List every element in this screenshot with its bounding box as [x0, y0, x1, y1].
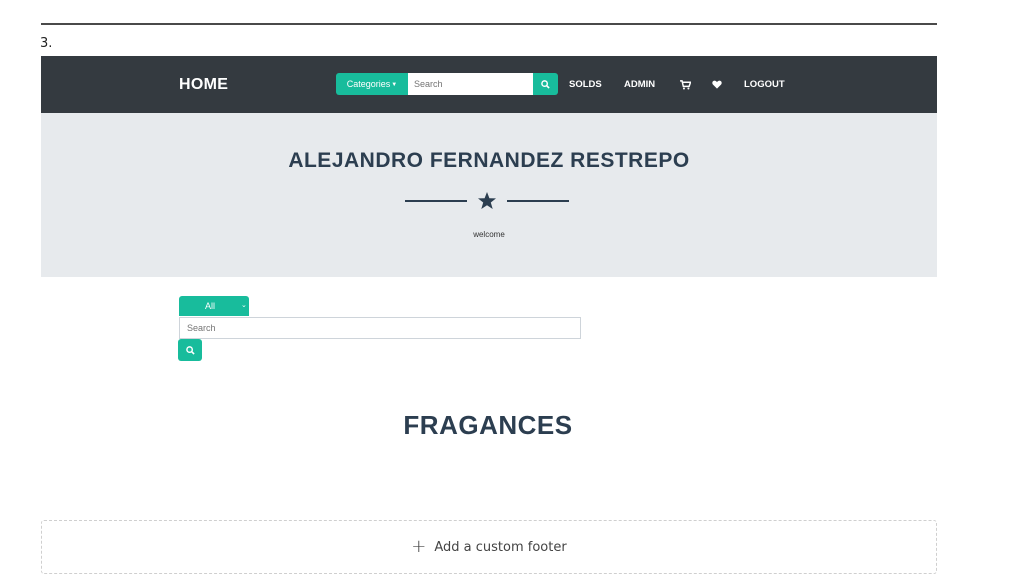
solds-link[interactable]: SOLDS [569, 56, 602, 113]
logout-link[interactable]: LOGOUT [744, 56, 785, 113]
star-icon [478, 192, 496, 209]
filter-category-select[interactable]: All ⌄ [179, 296, 249, 316]
navbar: HOME Categories▼ SOLDS ADMIN LOGOUT [41, 56, 937, 113]
home-link[interactable]: HOME [179, 56, 228, 113]
product-search-input[interactable] [179, 317, 581, 339]
caret-down-icon: ▼ [391, 81, 398, 88]
star-divider [405, 191, 569, 213]
step-number: 3. [40, 36, 53, 51]
cart-button[interactable] [680, 56, 691, 113]
filter-selected-value: All [205, 301, 216, 311]
heart-icon [712, 80, 722, 89]
plus-icon: + [411, 536, 427, 557]
section-title: FRAGANCES [403, 410, 573, 440]
cart-icon [680, 79, 691, 90]
add-footer-label: Add a custom footer [434, 539, 567, 555]
divider-line-right [507, 200, 569, 202]
divider-line-left [405, 200, 467, 202]
top-divider [41, 23, 937, 25]
masthead: ALEJANDRO FERNANDEZ RESTREPO welcome [41, 113, 937, 277]
masthead-subtitle: welcome [473, 230, 505, 239]
search-icon [185, 345, 195, 355]
product-search-button[interactable] [178, 339, 202, 361]
masthead-title: ALEJANDRO FERNANDEZ RESTREPO [288, 149, 690, 172]
add-custom-footer-button[interactable]: + Add a custom footer [41, 520, 937, 574]
categories-dropdown[interactable]: Categories▼ [336, 73, 408, 95]
chevron-down-icon: ⌄ [241, 302, 247, 309]
favorites-button[interactable] [712, 56, 722, 113]
navbar-search-button[interactable] [533, 73, 558, 95]
search-icon [541, 79, 550, 89]
navbar-search-input[interactable] [408, 73, 533, 95]
admin-link[interactable]: ADMIN [624, 56, 655, 113]
categories-label: Categories [346, 79, 391, 89]
